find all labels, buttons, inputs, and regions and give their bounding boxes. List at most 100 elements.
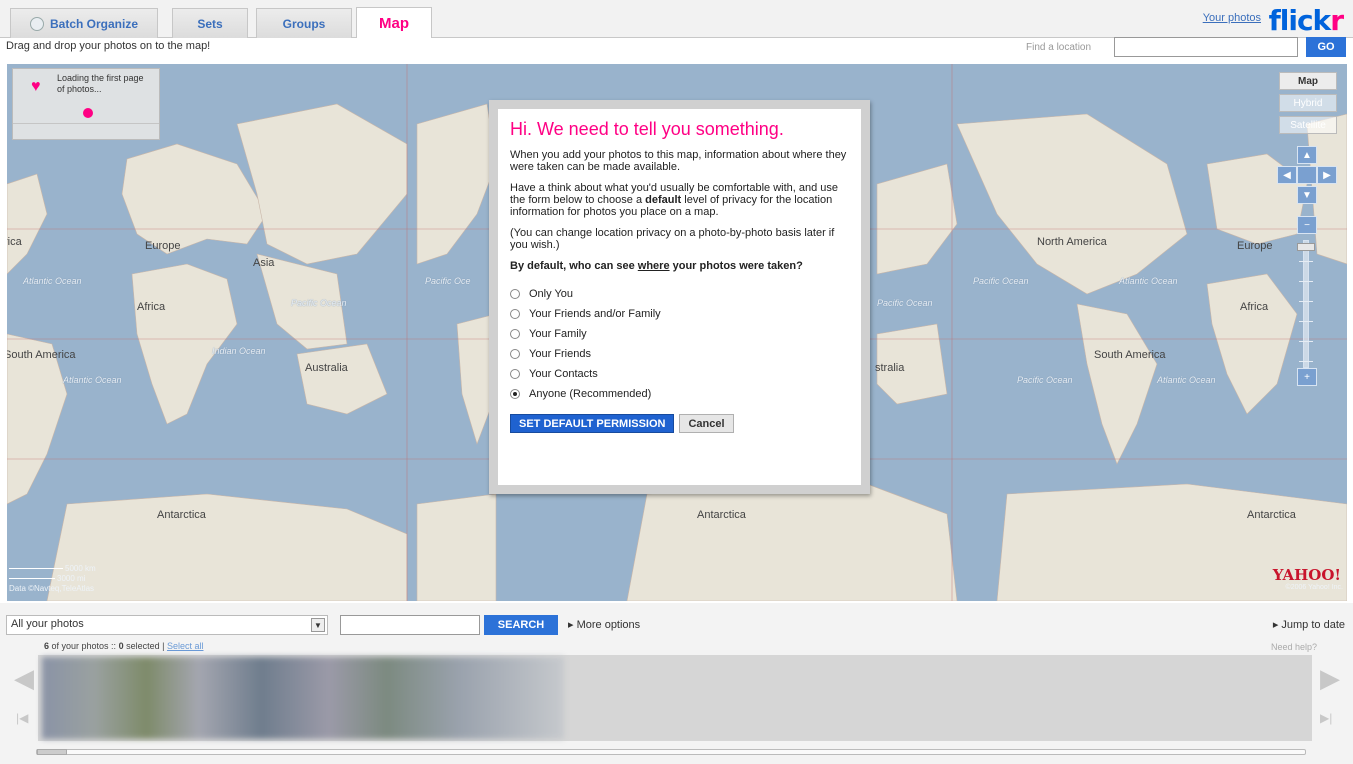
pan-center-icon[interactable] (1297, 166, 1317, 184)
find-location-input[interactable] (1114, 37, 1298, 57)
map-label-south-america: South America (1094, 349, 1166, 361)
map-label-antarctica: Antarctica (697, 509, 746, 521)
ocean-label: Pacific Ocean (1017, 375, 1073, 385)
radio-icon[interactable] (510, 329, 520, 339)
radio-contacts[interactable]: Your Contacts (510, 364, 849, 384)
radio-icon[interactable] (510, 349, 520, 359)
ocean-label: Atlantic Ocean (1157, 375, 1216, 385)
select-all-link[interactable]: Select all (167, 641, 204, 651)
home-icon (29, 16, 44, 31)
radio-family[interactable]: Your Family (510, 324, 849, 344)
tab-map[interactable]: Map (356, 7, 432, 38)
map-type-hybrid-button[interactable]: Hybrid (1279, 94, 1337, 112)
radio-icon[interactable] (510, 389, 520, 399)
pan-left-icon[interactable]: ◀ (1277, 166, 1297, 184)
set-default-permission-button[interactable]: SET DEFAULT PERMISSION (510, 414, 675, 433)
photo-tray: All your photos ▼ SEARCH ▸ More options … (0, 603, 1353, 764)
ocean-label: Atlantic Ocean (63, 375, 122, 385)
map-label-north-america: North America (1037, 236, 1107, 248)
next-arrow-icon[interactable]: ▶ (1320, 663, 1340, 694)
scrollbar-handle[interactable] (37, 749, 67, 755)
dialog-paragraph: Have a think about what you'd usually be… (510, 182, 839, 218)
jump-to-date-link[interactable]: ▸ Jump to date (1273, 618, 1345, 631)
map-label-america-cut: rica (7, 236, 22, 248)
zoom-out-icon[interactable]: − (1297, 216, 1317, 234)
pan-down-icon[interactable]: ▼ (1297, 186, 1317, 204)
photo-filter-select[interactable]: All your photos ▼ (6, 615, 328, 635)
tab-label: Groups (282, 16, 326, 31)
pan-right-icon[interactable]: ▶ (1317, 166, 1337, 184)
dialog-paragraph: When you add your photos to this map, in… (510, 149, 847, 173)
radio-icon[interactable] (510, 289, 520, 299)
search-input[interactable] (340, 615, 480, 635)
radio-anyone[interactable]: Anyone (Recommended) (510, 384, 849, 404)
dialog-question: By default, who can see where your photo… (510, 260, 803, 272)
ocean-label: Pacific Ocean (877, 298, 933, 308)
map-label-australia: Australia (305, 362, 348, 374)
zoom-in-icon[interactable]: + (1297, 368, 1317, 386)
yahoo-copyright: ©2006 Yahoo! Inc. (1285, 584, 1343, 591)
dialog-buttons: SET DEFAULT PERMISSION Cancel (510, 414, 849, 433)
loading-spinner-icon (83, 108, 93, 118)
tab-label: Sets (197, 16, 223, 31)
ocean-label: Pacific Ocean (291, 298, 347, 308)
radio-only-you[interactable]: Only You (510, 284, 849, 304)
flickr-logo[interactable]: flickr (1269, 4, 1344, 37)
loading-panel: ♥ Loading the first page of photos... (12, 68, 160, 140)
more-options-link[interactable]: ▸ More options (568, 618, 640, 631)
previous-arrow-icon[interactable]: ◀ (14, 663, 34, 694)
yahoo-logo: YAHOO! (1272, 566, 1341, 584)
cancel-button[interactable]: Cancel (679, 414, 734, 433)
tab-label: Batch Organize (49, 16, 139, 31)
tray-scrollbar[interactable] (36, 749, 1306, 755)
dialog-title: Hi. We need to tell you something. (510, 119, 784, 139)
ocean-label: Pacific Ocean (973, 276, 1029, 286)
tab-sets[interactable]: Sets (172, 8, 248, 38)
search-button[interactable]: SEARCH (484, 615, 558, 635)
dialog-paragraph: (You can change location privacy on a ph… (510, 227, 835, 251)
zoom-slider-handle[interactable] (1297, 243, 1315, 251)
map-label-south-america: South America (7, 349, 76, 361)
map-label-europe: Europe (1237, 240, 1273, 252)
photo-thumbnails[interactable] (42, 657, 564, 739)
ocean-label: Indian Ocean (212, 346, 266, 356)
go-button[interactable]: GO (1306, 37, 1346, 57)
tab-batch-organize[interactable]: Batch Organize (10, 8, 158, 38)
find-location-label: Find a location (1026, 42, 1092, 53)
scale-mi: 3000 mi (57, 574, 86, 583)
scale-km: 5000 km (65, 564, 96, 573)
tab-label: Map (379, 14, 409, 32)
dialog-body: Hi. We need to tell you something. When … (498, 109, 861, 485)
tab-groups[interactable]: Groups (256, 8, 352, 38)
pan-up-icon[interactable]: ▲ (1297, 146, 1317, 164)
need-help-link[interactable]: Need help? (1271, 642, 1317, 652)
map-label-africa: Africa (1240, 301, 1269, 313)
radio-icon[interactable] (510, 369, 520, 379)
selection-counts: 6 of your photos :: 0 selected | Select … (44, 641, 204, 651)
first-page-icon[interactable]: |◀ (16, 711, 28, 725)
your-photos-link[interactable]: Your photos (1203, 12, 1261, 24)
chevron-down-icon[interactable]: ▼ (311, 618, 325, 632)
privacy-dialog: Hi. We need to tell you something. When … (489, 100, 870, 494)
radio-icon[interactable] (510, 309, 520, 319)
map-label-europe: Europe (145, 240, 181, 252)
zoom-slider[interactable] (1297, 240, 1315, 368)
map-label-africa: Africa (137, 301, 166, 313)
map-type-satellite-button[interactable]: Satellite (1279, 116, 1337, 134)
map-label-asia: Asia (253, 257, 275, 269)
heart-icon: ♥ (31, 78, 41, 95)
map-label-australia: stralia (875, 362, 905, 374)
map-type-map-button[interactable]: Map (1279, 72, 1337, 90)
radio-friends-family[interactable]: Your Friends and/or Family (510, 304, 849, 324)
data-credit: Data ©Navteq,TeleAtlas (9, 584, 95, 593)
ocean-label: Pacific Oce (425, 276, 471, 286)
divider (13, 123, 159, 124)
map-instruction: Drag and drop your photos on to the map! (6, 40, 211, 52)
ocean-label: Atlantic Ocean (1119, 276, 1178, 286)
map-scale: 5000 km 3000 mi Data ©Navteq,TeleAtlas (9, 564, 96, 594)
radio-friends[interactable]: Your Friends (510, 344, 849, 364)
ocean-label: Atlantic Ocean (23, 276, 82, 286)
top-tab-bar: Batch Organize Sets Groups Map Your phot… (0, 0, 1353, 38)
last-page-icon[interactable]: ▶| (1320, 711, 1332, 725)
loading-text: Loading the first page of photos... (57, 73, 144, 94)
